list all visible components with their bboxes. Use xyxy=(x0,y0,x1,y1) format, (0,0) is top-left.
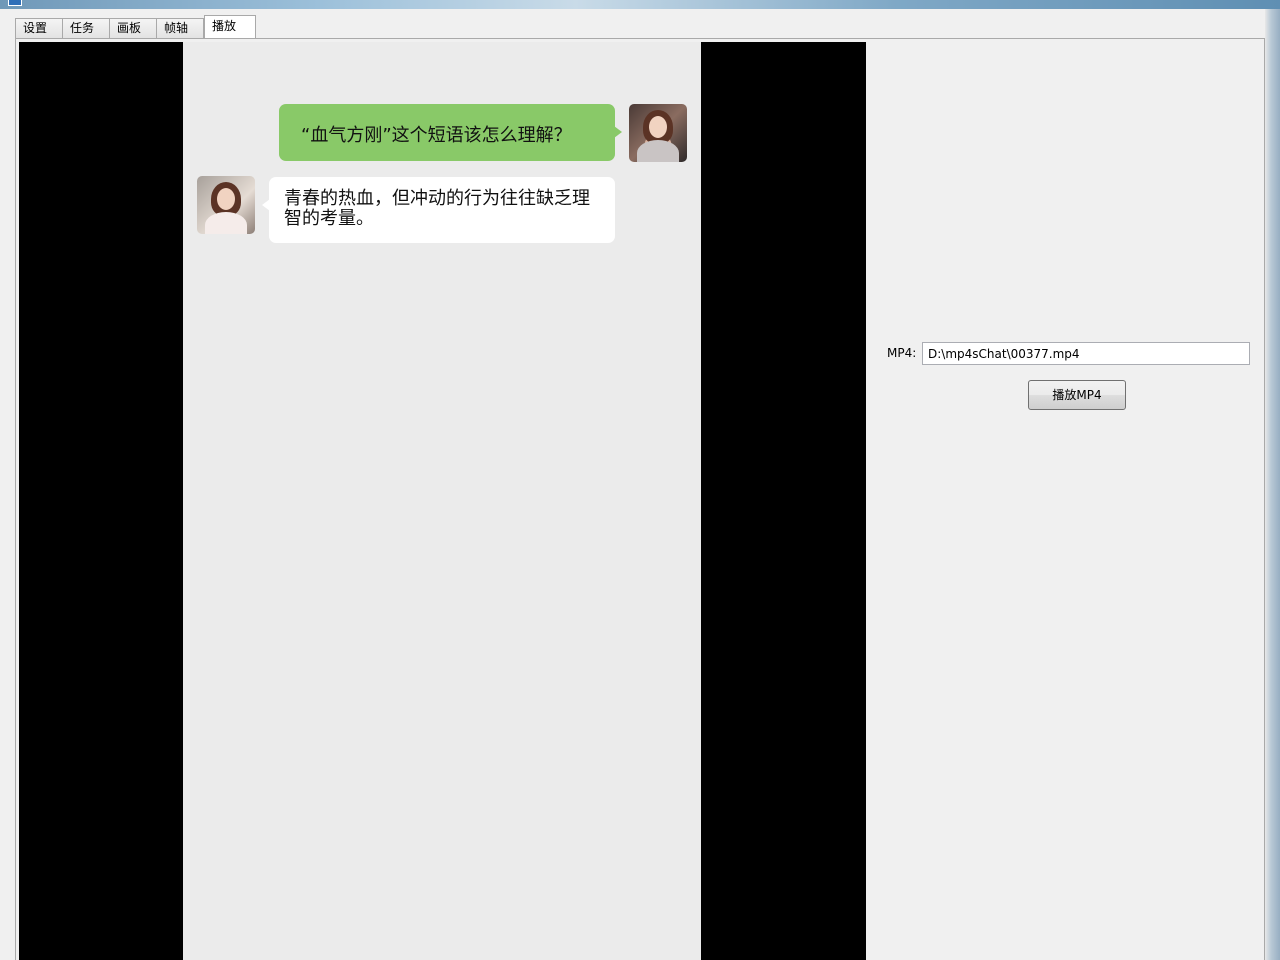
mp4-path-label: MP4: xyxy=(887,346,917,360)
question-text: “血气方刚”这个短语该怎么理解？ xyxy=(301,125,572,146)
window-frame-edge xyxy=(1265,9,1280,960)
video-left-letterbox xyxy=(19,42,183,960)
tab-bar: 设置 任务 画板 帧轴 播放 xyxy=(15,15,256,38)
answer-text: 青春的热血，但冲动的行为往往缺乏理智的考量。 xyxy=(284,188,590,229)
question-bubble: “血气方刚”这个短语该怎么理解？ xyxy=(279,104,622,161)
avatar-face xyxy=(649,116,667,138)
mp4-path-input[interactable] xyxy=(922,342,1250,365)
tab-settings[interactable]: 设置 xyxy=(15,18,63,38)
tab-tasks[interactable]: 任务 xyxy=(62,18,110,38)
play-mp4-button[interactable]: 播放MP4 xyxy=(1028,380,1126,410)
assistant-avatar xyxy=(197,176,255,234)
answer-bubble: 青春的热血，但冲动的行为往往缺乏理智的考量。 xyxy=(262,177,615,243)
tab-timeline[interactable]: 帧轴 xyxy=(156,18,204,38)
window-titlebar xyxy=(0,0,1280,9)
tab-play[interactable]: 播放 xyxy=(204,15,256,38)
video-right-letterbox xyxy=(701,42,866,960)
user-avatar xyxy=(629,104,687,162)
avatar-face xyxy=(217,188,235,210)
avatar-body xyxy=(637,140,679,162)
tab-canvas[interactable]: 画板 xyxy=(109,18,157,38)
avatar-body xyxy=(205,212,247,234)
app-icon xyxy=(8,0,22,6)
